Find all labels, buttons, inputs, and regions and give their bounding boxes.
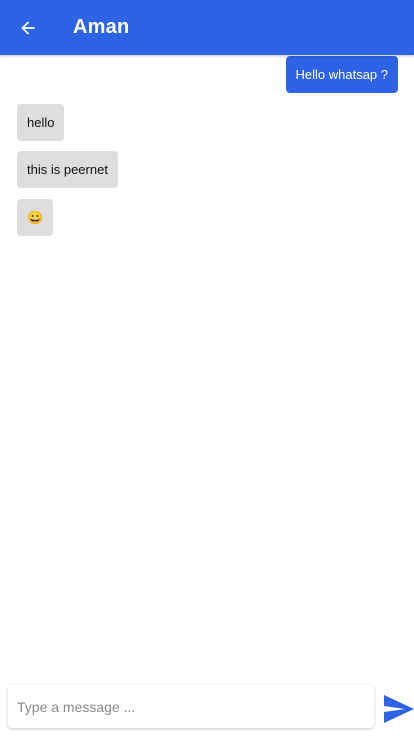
outgoing-message-bubble[interactable]: Hello whatsap ? <box>285 56 398 93</box>
message-list[interactable]: Hello whatsap ? hello this is peernet 😀 <box>0 55 414 680</box>
incoming-message-bubble[interactable]: this is peernet <box>17 151 118 188</box>
message-row-outgoing: Hello whatsap ? <box>285 56 398 93</box>
send-button[interactable] <box>383 694 414 724</box>
message-row-incoming: 😀 <box>17 199 54 236</box>
message-row-incoming: hello <box>17 104 65 141</box>
send-icon <box>383 694 414 724</box>
app-bar: Aman <box>0 0 414 55</box>
incoming-message-bubble[interactable]: 😀 <box>17 199 54 236</box>
message-input[interactable] <box>8 685 374 728</box>
message-composer <box>0 680 414 736</box>
message-row-incoming: this is peernet <box>17 151 118 188</box>
arrow-left-icon <box>18 18 38 38</box>
incoming-message-bubble[interactable]: hello <box>17 104 65 141</box>
back-button[interactable] <box>0 0 56 55</box>
contact-name: Aman <box>73 16 130 38</box>
